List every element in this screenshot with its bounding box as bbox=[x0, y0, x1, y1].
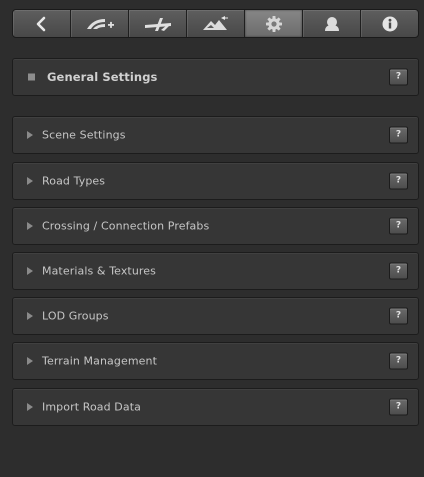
section-label: Crossing / Connection Prefabs bbox=[42, 219, 210, 233]
expand-arrow-icon bbox=[27, 403, 33, 411]
expand-arrow-icon bbox=[27, 267, 33, 275]
settings-window: General Settings ? Scene Settings ? Road… bbox=[0, 0, 424, 477]
tab-terrain[interactable] bbox=[187, 10, 245, 37]
help-button[interactable]: ? bbox=[389, 68, 408, 86]
toolbar bbox=[12, 9, 419, 38]
tab-info[interactable] bbox=[361, 10, 418, 37]
section-materials-textures[interactable]: Materials & Textures ? bbox=[12, 252, 419, 290]
section-label: Materials & Textures bbox=[42, 264, 156, 278]
tab-settings[interactable] bbox=[245, 10, 303, 37]
expand-arrow-icon bbox=[27, 131, 33, 139]
tab-add-road[interactable] bbox=[71, 10, 129, 37]
expand-arrow-icon bbox=[27, 222, 33, 230]
back-arrow-icon bbox=[36, 16, 45, 31]
help-button[interactable]: ? bbox=[389, 262, 408, 280]
expand-arrow-icon bbox=[27, 177, 33, 185]
general-settings-title: General Settings bbox=[47, 70, 158, 84]
gear-icon bbox=[265, 15, 282, 32]
help-button[interactable]: ? bbox=[389, 172, 408, 190]
section-label: Terrain Management bbox=[42, 354, 157, 368]
help-button[interactable]: ? bbox=[389, 217, 408, 235]
tab-back[interactable] bbox=[13, 10, 71, 37]
expand-arrow-icon bbox=[27, 357, 33, 365]
section-terrain-management[interactable]: Terrain Management ? bbox=[12, 342, 419, 380]
section-label: Scene Settings bbox=[42, 128, 126, 142]
section-marker bbox=[28, 73, 35, 81]
section-import-road-data[interactable]: Import Road Data ? bbox=[12, 388, 419, 426]
tab-user[interactable] bbox=[303, 10, 361, 37]
help-button[interactable]: ? bbox=[389, 352, 408, 370]
help-button[interactable]: ? bbox=[389, 126, 408, 144]
section-scene-settings[interactable]: Scene Settings ? bbox=[12, 116, 419, 154]
help-button[interactable]: ? bbox=[389, 307, 408, 325]
terrain-icon bbox=[202, 15, 228, 30]
expand-arrow-icon bbox=[27, 312, 33, 320]
section-crossing-prefabs[interactable]: Crossing / Connection Prefabs ? bbox=[12, 207, 419, 245]
help-button[interactable]: ? bbox=[389, 398, 408, 416]
section-lod-groups[interactable]: LOD Groups ? bbox=[12, 297, 419, 335]
add-road-icon bbox=[86, 18, 114, 29]
general-settings-header[interactable]: General Settings ? bbox=[12, 58, 419, 96]
user-icon bbox=[324, 16, 339, 31]
road-intersection-icon bbox=[144, 17, 171, 31]
section-label: Road Types bbox=[42, 174, 106, 188]
info-icon bbox=[382, 16, 397, 31]
section-label: LOD Groups bbox=[42, 309, 109, 323]
tab-road-intersection[interactable] bbox=[129, 10, 187, 37]
section-label: Import Road Data bbox=[42, 400, 141, 414]
section-road-types[interactable]: Road Types ? bbox=[12, 162, 419, 200]
